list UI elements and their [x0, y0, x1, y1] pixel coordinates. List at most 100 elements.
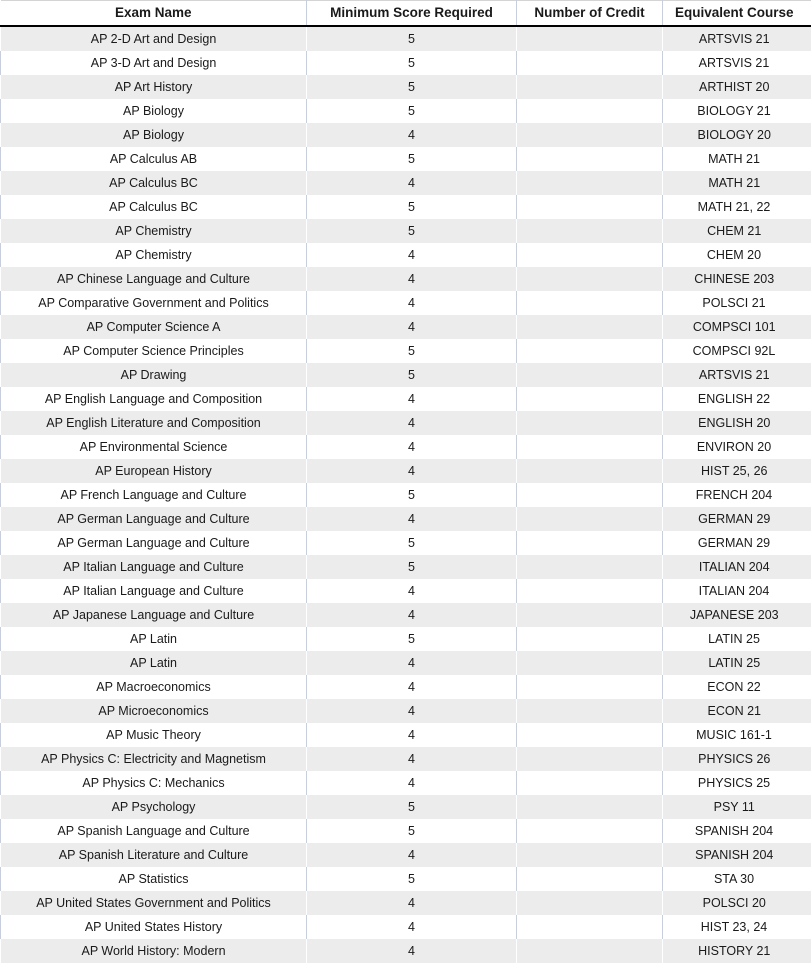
cell-course: MUSIC 161-1	[663, 723, 811, 747]
cell-score: 4	[307, 507, 517, 531]
cell-credit	[517, 51, 663, 75]
cell-score: 4	[307, 387, 517, 411]
cell-credit	[517, 819, 663, 843]
cell-credit	[517, 915, 663, 939]
cell-score: 5	[307, 147, 517, 171]
cell-credit	[517, 195, 663, 219]
cell-course: HIST 25, 26	[663, 459, 811, 483]
cell-exam: AP Physics C: Electricity and Magnetism	[1, 747, 307, 771]
cell-credit	[517, 651, 663, 675]
cell-credit	[517, 579, 663, 603]
cell-score: 4	[307, 651, 517, 675]
cell-exam: AP Chemistry	[1, 243, 307, 267]
table-row: AP European History4HIST 25, 26	[1, 459, 811, 483]
table-row: AP Spanish Literature and Culture4SPANIS…	[1, 843, 811, 867]
cell-score: 4	[307, 243, 517, 267]
cell-course: ARTSVIS 21	[663, 51, 811, 75]
cell-credit	[517, 123, 663, 147]
cell-score: 4	[307, 699, 517, 723]
cell-score: 4	[307, 267, 517, 291]
cell-course: ENGLISH 20	[663, 411, 811, 435]
cell-score: 5	[307, 483, 517, 507]
cell-exam: AP Calculus BC	[1, 171, 307, 195]
cell-score: 4	[307, 771, 517, 795]
cell-credit	[517, 75, 663, 99]
cell-credit	[517, 555, 663, 579]
cell-course: HIST 23, 24	[663, 915, 811, 939]
cell-course: PHYSICS 25	[663, 771, 811, 795]
ap-credit-table-container: Exam Name Minimum Score Required Number …	[0, 0, 811, 961]
table-row: AP Calculus BC5MATH 21, 22	[1, 195, 811, 219]
cell-score: 5	[307, 531, 517, 555]
table-row: AP Music Theory4MUSIC 161-1	[1, 723, 811, 747]
table-row: AP French Language and Culture5FRENCH 20…	[1, 483, 811, 507]
cell-credit	[517, 147, 663, 171]
cell-credit	[517, 747, 663, 771]
table-row: AP Comparative Government and Politics4P…	[1, 291, 811, 315]
cell-exam: AP World History: Modern	[1, 939, 307, 963]
cell-exam: AP Music Theory	[1, 723, 307, 747]
table-row: AP Japanese Language and Culture4JAPANES…	[1, 603, 811, 627]
cell-exam: AP French Language and Culture	[1, 483, 307, 507]
table-row: AP Statistics5STA 30	[1, 867, 811, 891]
table-row: AP Biology5BIOLOGY 21	[1, 99, 811, 123]
cell-course: LATIN 25	[663, 651, 811, 675]
cell-credit	[517, 435, 663, 459]
cell-exam: AP Calculus BC	[1, 195, 307, 219]
table-row: AP 2-D Art and Design5ARTSVIS 21	[1, 26, 811, 51]
cell-credit	[517, 531, 663, 555]
cell-credit	[517, 387, 663, 411]
cell-exam: AP Environmental Science	[1, 435, 307, 459]
cell-score: 4	[307, 435, 517, 459]
cell-credit	[517, 339, 663, 363]
cell-course: ITALIAN 204	[663, 579, 811, 603]
ap-credit-table: Exam Name Minimum Score Required Number …	[0, 0, 811, 963]
table-row: AP Chemistry4CHEM 20	[1, 243, 811, 267]
table-row: AP Drawing5ARTSVIS 21	[1, 363, 811, 387]
cell-course: CHINESE 203	[663, 267, 811, 291]
cell-course: COMPSCI 92L	[663, 339, 811, 363]
cell-exam: AP Japanese Language and Culture	[1, 603, 307, 627]
cell-exam: AP Latin	[1, 627, 307, 651]
table-row: AP Latin5LATIN 25	[1, 627, 811, 651]
table-row: AP Computer Science Principles5COMPSCI 9…	[1, 339, 811, 363]
cell-exam: AP Spanish Language and Culture	[1, 819, 307, 843]
cell-exam: AP English Language and Composition	[1, 387, 307, 411]
cell-course: PHYSICS 26	[663, 747, 811, 771]
column-header-number-of-credit: Number of Credit	[517, 1, 663, 27]
cell-score: 5	[307, 75, 517, 99]
cell-exam: AP Chinese Language and Culture	[1, 267, 307, 291]
cell-credit	[517, 627, 663, 651]
cell-course: PSY 11	[663, 795, 811, 819]
cell-credit	[517, 171, 663, 195]
cell-score: 5	[307, 363, 517, 387]
cell-credit	[517, 99, 663, 123]
cell-course: GERMAN 29	[663, 507, 811, 531]
cell-credit	[517, 891, 663, 915]
cell-exam: AP European History	[1, 459, 307, 483]
cell-score: 4	[307, 891, 517, 915]
cell-course: POLSCI 20	[663, 891, 811, 915]
cell-score: 5	[307, 867, 517, 891]
cell-score: 4	[307, 411, 517, 435]
cell-credit	[517, 363, 663, 387]
cell-exam: AP Biology	[1, 99, 307, 123]
cell-course: ECON 21	[663, 699, 811, 723]
cell-exam: AP Art History	[1, 75, 307, 99]
cell-score: 4	[307, 915, 517, 939]
cell-exam: AP Italian Language and Culture	[1, 579, 307, 603]
cell-exam: AP German Language and Culture	[1, 507, 307, 531]
cell-exam: AP Computer Science Principles	[1, 339, 307, 363]
cell-course: COMPSCI 101	[663, 315, 811, 339]
cell-course: BIOLOGY 20	[663, 123, 811, 147]
cell-credit	[517, 795, 663, 819]
cell-score: 5	[307, 51, 517, 75]
cell-course: STA 30	[663, 867, 811, 891]
cell-course: ARTSVIS 21	[663, 363, 811, 387]
cell-exam: AP Biology	[1, 123, 307, 147]
table-row: AP Art History5ARTHIST 20	[1, 75, 811, 99]
table-row: AP Microeconomics4ECON 21	[1, 699, 811, 723]
cell-credit	[517, 315, 663, 339]
table-row: AP World History: Modern4HISTORY 21	[1, 939, 811, 963]
column-header-minimum-score: Minimum Score Required	[307, 1, 517, 27]
